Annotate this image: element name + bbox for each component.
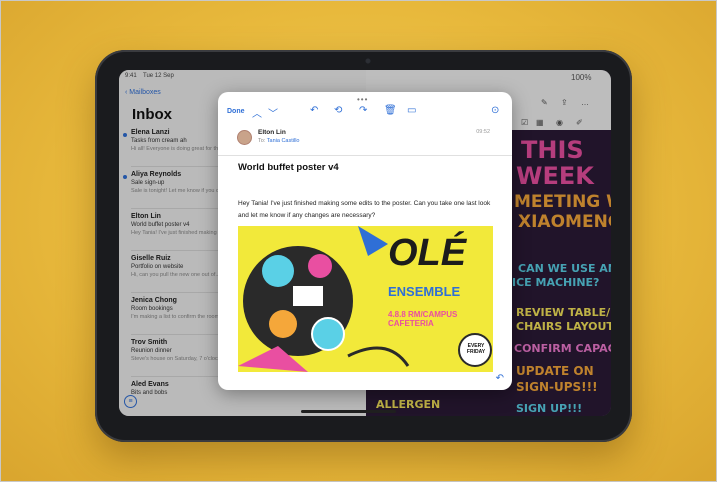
next-message-icon[interactable]: ﹀ [268, 105, 278, 120]
more-options-icon[interactable]: ⊙ [491, 105, 499, 116]
trash-icon[interactable]: 🗑 [384, 105, 397, 116]
mail-preview: Hi all! Everyone is doing great for the.… [131, 146, 226, 152]
new-note-icon[interactable]: ✎ [541, 98, 548, 107]
note-line: CONFIRM CAPACITY [514, 342, 611, 355]
note-line: CAN WE USE AN [518, 262, 611, 275]
front-camera [365, 58, 371, 64]
status-battery: 100% [571, 73, 592, 82]
mail-sender: Elena Lanzi [131, 129, 170, 136]
markup-icon[interactable]: ✐ [576, 118, 583, 127]
note-line: XIAOMENG [518, 212, 611, 232]
folder-icon[interactable]: ▭ [407, 105, 416, 116]
home-indicator[interactable] [301, 410, 396, 413]
note-line: WEEK [516, 162, 594, 190]
mail-sender: Jenica Chong [131, 297, 177, 304]
mail-subject: Reunion dinner [131, 348, 172, 354]
checklist-icon[interactable]: ☑ [521, 118, 528, 127]
sender-avatar [237, 130, 252, 145]
mail-preview: Sale is tonight! Let me know if you can.… [131, 188, 230, 194]
window-grabber[interactable]: ••• [357, 95, 368, 104]
poster-badge: EVERY FRIDAY [466, 343, 486, 355]
recipient-line: To: Tania Castillo [258, 138, 300, 144]
note-line: REVIEW TABLE/ [516, 306, 611, 319]
note-line: SIGN-UPS!!! [516, 380, 598, 394]
mail-sender: Giselle Ruiz [131, 255, 171, 262]
poster-subhead: ENSEMBLE [388, 284, 461, 299]
done-button[interactable]: Done [227, 108, 245, 115]
forward-icon[interactable]: ↷ [359, 105, 367, 116]
reply-all-icon[interactable]: ⟲ [334, 105, 342, 116]
share-icon[interactable]: ⇪ [561, 98, 568, 107]
mail-subject: World buffet poster v4 [131, 222, 190, 228]
message-time: 09:52 [476, 129, 490, 135]
camera-icon[interactable]: ◉ [556, 118, 563, 127]
mailboxes-back-link[interactable]: ‹ Mailboxes [125, 89, 161, 96]
mail-subject: Portfolio on website [131, 264, 184, 270]
sender-name[interactable]: Elton Lin [258, 129, 286, 136]
email-window[interactable]: ••• Done ︿ ﹀ ↶ ⟲ ↷ 🗑 ▭ ⊙ Elton Lin To: T… [218, 92, 512, 390]
more-icon[interactable]: … [581, 98, 589, 107]
previous-message-icon[interactable]: ︿ [252, 105, 262, 120]
ipad-screen: 9:41 Tue 12 Sep ‹ Mailboxes Inbox Elena … [119, 70, 611, 416]
mail-preview: Steve's house on Saturday, 7 o'clock... [131, 356, 226, 362]
mail-subject: Room bookings [131, 306, 173, 312]
email-subject: World buffet poster v4 [238, 162, 339, 173]
poster-attachment[interactable]: OLÉ ENSEMBLE 4.8.8 RM/CAMPUS CAFETERIA E… [238, 226, 493, 372]
mailboxes-label: Mailboxes [129, 89, 161, 96]
mail-sender: Trov Smith [131, 339, 168, 346]
status-time: 9:41 [125, 73, 137, 79]
mail-preview: I'm making a list to confirm the rooms..… [131, 314, 227, 320]
reply-icon[interactable]: ↶ [310, 105, 318, 116]
note-line: CHAIRS LAYOUT [516, 320, 611, 333]
poster-date-line: 4.8.8 RM/CAMPUS CAFETERIA [388, 310, 458, 328]
note-line: SIGN UP!!! [516, 402, 583, 415]
mail-sender: Elton Lin [131, 213, 161, 220]
note-line: ICE MACHINE? [512, 276, 600, 289]
mail-preview: Hi, can you pull the new one out of... [131, 272, 220, 278]
mail-sender: Aled Evans [131, 381, 169, 388]
email-body: Hey Tania! I've just finished making som… [238, 200, 491, 219]
inbox-title: Inbox [132, 106, 172, 123]
recipient-name[interactable]: Tania Castillo [267, 138, 300, 144]
mail-subject: Tasks from cream ah [131, 138, 187, 144]
mail-subject: Sale sign-up [131, 180, 165, 186]
mail-sender: Aliya Reynolds [131, 171, 182, 178]
unread-dot-icon [123, 133, 127, 137]
poster-headline: OLÉ [388, 232, 467, 274]
to-label: To: [258, 138, 266, 144]
header-divider [218, 155, 512, 156]
note-line: THIS [521, 136, 584, 164]
status-date: Tue 12 Sep [143, 73, 174, 79]
note-line: MEETING WITH [514, 192, 611, 212]
note-line: UPDATE ON [516, 364, 594, 378]
table-icon[interactable]: ▦ [536, 118, 544, 127]
mail-subject: Bits and bobs [131, 390, 168, 396]
quick-reply-icon[interactable]: ↶ [496, 373, 504, 384]
unread-dot-icon [123, 175, 127, 179]
filter-icon[interactable]: ≡ [124, 395, 137, 408]
